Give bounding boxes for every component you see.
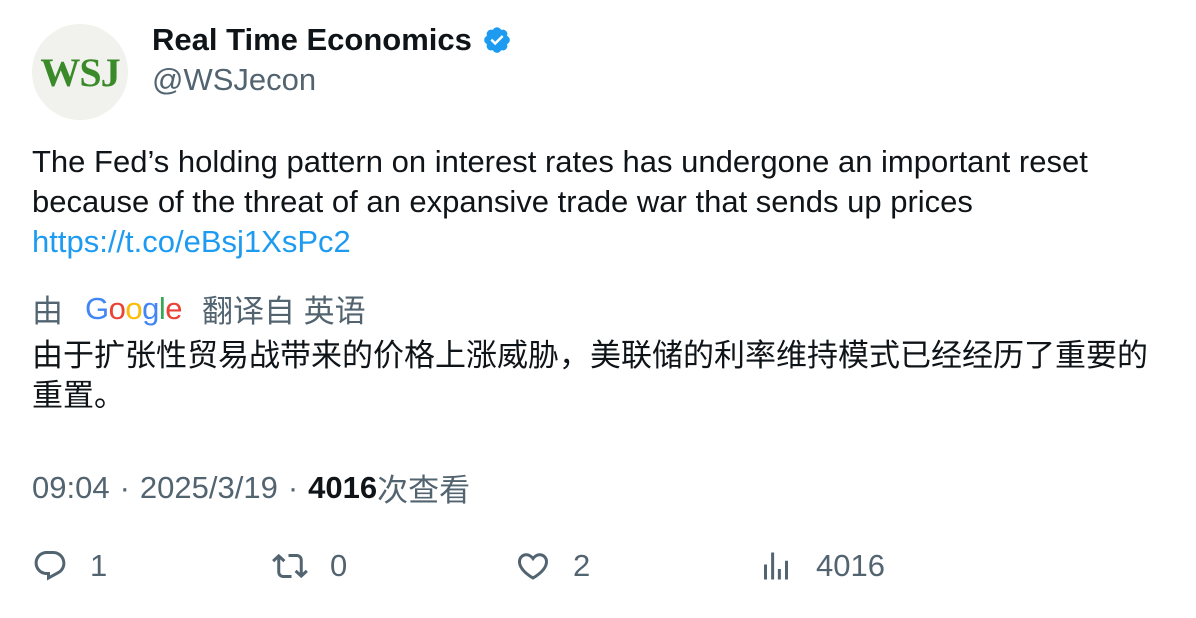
retweet-count: 0: [330, 548, 348, 583]
author-name[interactable]: Real Time Economics: [152, 22, 472, 58]
tweet-time[interactable]: 09:04: [32, 470, 110, 506]
tweet-body: The Fed’s holding pattern on interest ra…: [32, 142, 1172, 262]
views-label: 次查看: [377, 473, 471, 508]
meta-separator: ·: [287, 469, 299, 505]
avatar-logo-text: WSJ: [40, 49, 120, 95]
action-bar: 1 0 2 4016: [0, 548, 1196, 596]
reply-button[interactable]: 1: [32, 548, 107, 584]
like-button[interactable]: 2: [515, 548, 590, 584]
translation-attribution: 由 Google 翻译自 英语: [32, 286, 366, 331]
views-action-count: 4016: [816, 548, 885, 583]
views-count: 4016: [308, 469, 378, 505]
tweet-date[interactable]: 2025/3/19: [140, 470, 278, 506]
reply-icon: [34, 551, 66, 581]
heart-icon: [517, 553, 549, 580]
author-name-row: Real Time Economics: [152, 22, 512, 58]
tweet-link[interactable]: https://t.co/eBsj1XsPc2: [32, 222, 1172, 262]
verified-badge-icon: [484, 27, 510, 53]
translated-text: 由于扩张性贸易战带来的价格上涨威胁，美联储的利率维持模式已经经历了重要的重置。: [32, 338, 1148, 413]
google-logo: Google: [85, 290, 183, 326]
reply-count: 1: [90, 548, 108, 583]
avatar[interactable]: WSJ: [32, 24, 128, 120]
meta-separator: ·: [119, 469, 130, 505]
tweet-meta: 09:04 · 2025/3/19 · 4016 次查看: [32, 465, 470, 510]
analytics-icon: [764, 552, 788, 580]
retweet-button[interactable]: 0: [272, 548, 347, 584]
like-count: 2: [573, 548, 591, 583]
views-button[interactable]: 4016: [758, 548, 885, 584]
retweet-icon: [272, 553, 308, 579]
translation-prefix: 由: [32, 294, 63, 329]
tweet-text: The Fed’s holding pattern on interest ra…: [32, 144, 1088, 219]
author-handle[interactable]: @WSJecon: [152, 62, 316, 98]
translation-source-language[interactable]: 翻译自 英语: [202, 286, 366, 331]
